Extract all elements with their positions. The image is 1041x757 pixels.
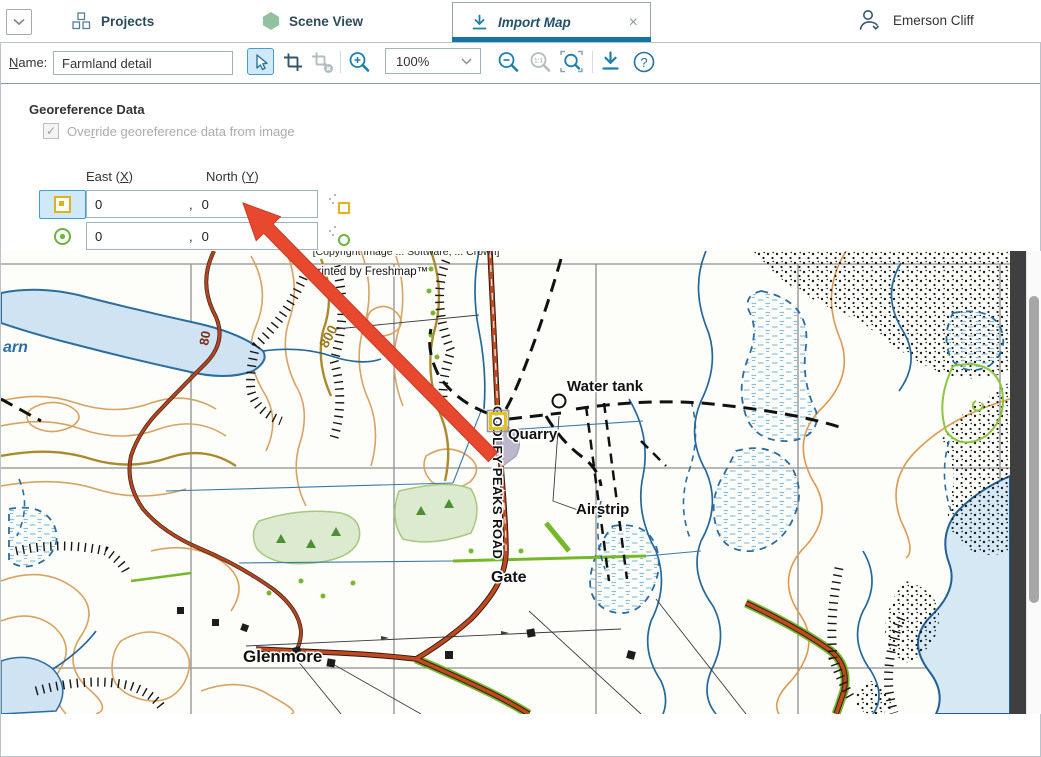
cubes-icon: [70, 11, 92, 31]
override-label: Override georeference data from image: [67, 124, 295, 139]
north-column-header: North (Y): [206, 169, 259, 184]
close-icon[interactable]: ×: [629, 15, 638, 31]
tab-projects[interactable]: Projects: [70, 0, 154, 42]
glenmore-label: Glenmore: [243, 647, 322, 666]
quarry-label: Quarry: [508, 426, 558, 443]
map-edge-bar: [1010, 251, 1026, 714]
contour-label-80: 80: [196, 330, 213, 347]
scrollbar-thumb[interactable]: [1029, 296, 1039, 603]
north-input-2[interactable]: [193, 228, 314, 245]
pick-on-map-square-button[interactable]: [329, 194, 350, 215]
coordinate-row-2: ,: [86, 222, 318, 250]
coordinate-row-1: ,: [86, 190, 318, 218]
gate-label: Gate: [491, 569, 527, 586]
tab-label: Scene View: [289, 14, 363, 29]
topo-map-image: [Copyright Image ... Software, ... Crown…: [1, 251, 1010, 714]
user-name: Emerson Cliff: [893, 13, 974, 28]
user-menu[interactable]: Emerson Cliff: [855, 6, 974, 34]
water-tank-symbol: [553, 395, 566, 408]
tab-label: Import Map: [498, 15, 571, 30]
printed-by-label: Printed by Freshmap™: [310, 266, 428, 278]
import-icon: [470, 13, 489, 32]
circle-marker-icon: [338, 234, 350, 246]
cube-icon: [262, 12, 280, 30]
square-marker-icon: [54, 196, 71, 213]
tab-label: Projects: [101, 14, 154, 29]
circle-marker-icon: [54, 228, 71, 245]
override-checkbox[interactable]: ✓: [43, 123, 59, 139]
marker-button-square[interactable]: [39, 190, 86, 219]
pick-on-map-circle-button[interactable]: [329, 226, 350, 247]
section-title: Georeference Data: [29, 102, 145, 117]
east-input-1[interactable]: [87, 196, 189, 213]
east-column-header: East (X): [86, 169, 133, 184]
tab-scene-view[interactable]: Scene View: [262, 0, 363, 42]
chevron-down-icon: [13, 18, 25, 26]
north-input-1[interactable]: [193, 196, 314, 213]
tab-import-map[interactable]: Import Map ×: [452, 2, 651, 42]
tab-bar: Projects Scene View Import Map × Emerson…: [0, 0, 1041, 42]
marker-button-circle[interactable]: [39, 222, 86, 251]
map-viewport[interactable]: [Copyright Image ... Software, ... Crown…: [1, 251, 1010, 714]
east-input-2[interactable]: [87, 228, 189, 245]
water-tank-label: Water tank: [567, 378, 644, 395]
vertical-scrollbar[interactable]: [1026, 251, 1041, 714]
airstrip-label: Airstrip: [576, 501, 629, 518]
tabs-dropdown-button[interactable]: [6, 9, 32, 35]
lake-name-partial-label: arn: [3, 339, 28, 356]
square-marker-icon: [338, 202, 350, 214]
copyright-line: [Copyright Image ... Software, ... Crown…: [313, 251, 500, 258]
person-icon: [855, 6, 883, 34]
georeference-map-marker[interactable]: [488, 411, 509, 432]
